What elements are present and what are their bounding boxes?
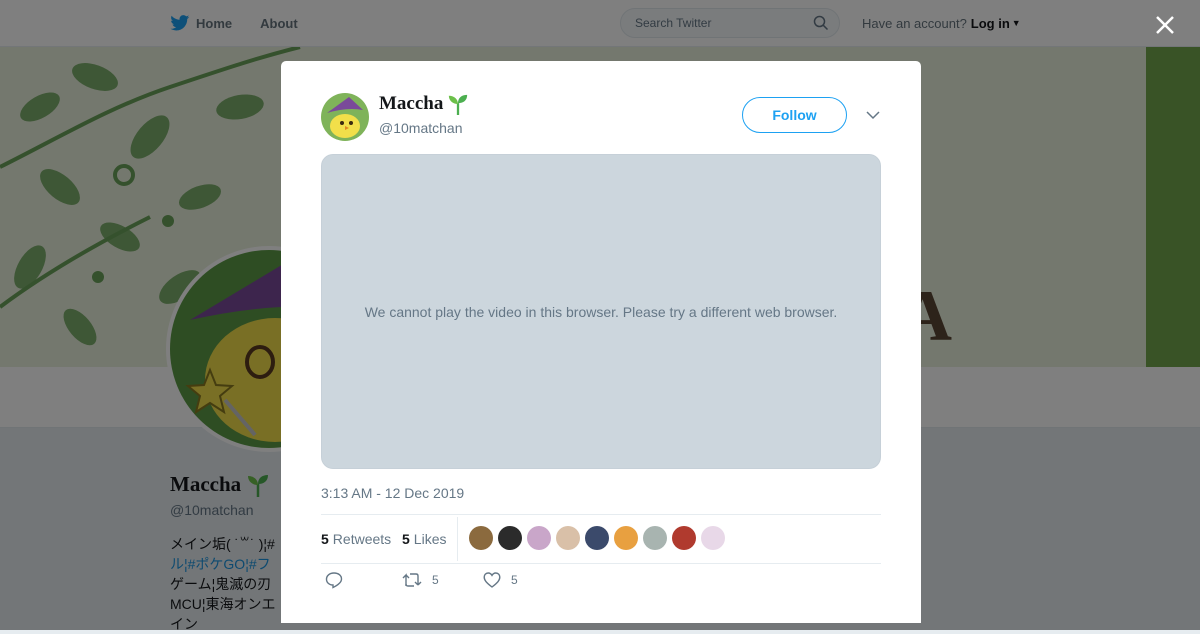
tweet-actions: 5 5 (321, 571, 881, 595)
video-player[interactable]: We cannot play the video in this browser… (321, 154, 881, 469)
sprout-icon (449, 94, 468, 115)
likes-label: Likes (413, 531, 447, 547)
liker-avatar[interactable] (556, 526, 580, 550)
retweets-label: Retweets (332, 531, 392, 547)
tweet-author-avatar[interactable] (321, 93, 369, 141)
liker-avatar[interactable] (585, 526, 609, 550)
likes-count: 5 (402, 531, 410, 547)
liker-avatar[interactable] (701, 526, 725, 550)
stats-divider (457, 517, 458, 561)
retweet-action[interactable]: 5 (402, 571, 439, 589)
chevron-down-icon[interactable] (865, 107, 881, 123)
tweet-timestamp[interactable]: 3:13 AM - 12 Dec 2019 (321, 485, 464, 501)
follow-button[interactable]: Follow (742, 97, 847, 133)
reply-icon (325, 572, 343, 589)
tweet-author-name[interactable]: Maccha (379, 93, 470, 115)
retweets-count: 5 (321, 531, 329, 547)
retweets-stat[interactable]: 5 Retweets (321, 531, 391, 547)
tweet-author-name-text: Maccha (379, 93, 444, 114)
liker-avatar[interactable] (614, 526, 638, 550)
tweet-author-handle[interactable]: @10matchan (379, 120, 462, 136)
liker-avatars (469, 526, 730, 550)
reply-action[interactable] (325, 571, 353, 589)
tweet-modal: Maccha @10matchan Follow We cannot play … (281, 61, 921, 623)
liker-avatar[interactable] (643, 526, 667, 550)
liker-avatar[interactable] (527, 526, 551, 550)
heart-icon (483, 572, 501, 588)
liker-avatar[interactable] (672, 526, 696, 550)
chick-witch-avatar-image (327, 97, 363, 138)
close-icon (1156, 16, 1174, 34)
retweet-count: 5 (432, 573, 439, 587)
like-count: 5 (511, 573, 518, 587)
video-error-message: We cannot play the video in this browser… (364, 303, 838, 320)
liker-avatar[interactable] (469, 526, 493, 550)
retweet-icon (402, 573, 422, 587)
like-action[interactable]: 5 (483, 571, 518, 589)
likes-stat[interactable]: 5 Likes (402, 531, 446, 547)
liker-avatar[interactable] (498, 526, 522, 550)
tweet-stats: 5 Retweets 5 Likes (321, 514, 881, 564)
close-button[interactable] (1150, 10, 1180, 40)
